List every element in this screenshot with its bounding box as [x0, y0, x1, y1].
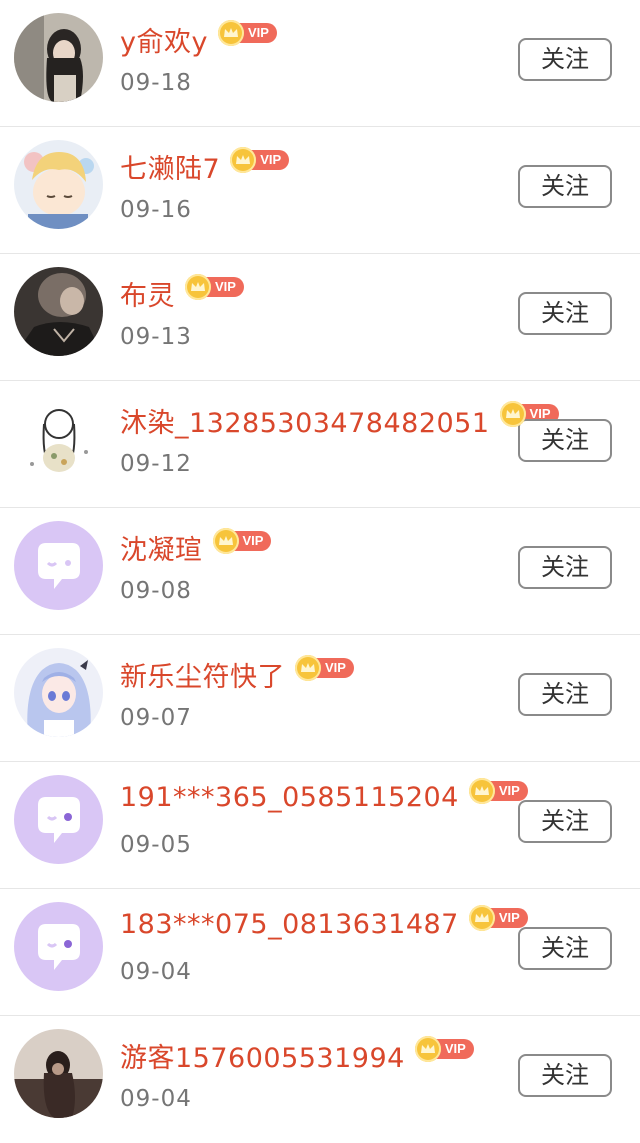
- name-line: 183***075_0813631487 VIP: [120, 904, 528, 940]
- name-line: 沈凝瑄 VIP: [120, 527, 272, 567]
- crown-icon: [217, 19, 244, 46]
- user-name[interactable]: 新乐尘符快了: [120, 655, 285, 694]
- follow-date: 09-16: [120, 197, 192, 223]
- follow-date: 09-04: [120, 959, 192, 985]
- name-line: 沐染_13285303478482051 VIP: [120, 400, 559, 440]
- user-name[interactable]: 183***075_0813631487: [120, 909, 459, 940]
- avatar[interactable]: [14, 902, 103, 991]
- list-item[interactable]: 七濑陆7 VIP 09-16 关注: [0, 127, 640, 254]
- crown-icon: [414, 1035, 441, 1062]
- follow-button[interactable]: 关注: [518, 673, 612, 716]
- follow-date: 09-18: [120, 70, 192, 96]
- vip-badge: VIP: [185, 273, 244, 300]
- avatar[interactable]: [14, 13, 103, 102]
- follow-date: 09-08: [120, 578, 192, 604]
- crown-icon: [185, 273, 211, 300]
- list-item[interactable]: y俞欢y VIP 09-18 关注: [0, 0, 640, 127]
- name-line: 游客1576005531994 VIP: [120, 1035, 474, 1075]
- vip-badge: VIP: [212, 527, 272, 554]
- avatar[interactable]: [14, 1029, 103, 1118]
- list-item[interactable]: 布灵 VIP 09-13 关注: [0, 254, 640, 381]
- user-name[interactable]: y俞欢y: [120, 20, 208, 59]
- user-name[interactable]: 沈凝瑄: [120, 528, 203, 567]
- crown-icon: [230, 146, 257, 173]
- follow-button[interactable]: 关注: [518, 419, 612, 462]
- follow-date: 09-12: [120, 451, 192, 477]
- name-line: 布灵 VIP: [120, 273, 244, 313]
- vip-badge: VIP: [217, 19, 277, 46]
- list-item[interactable]: 沐染_13285303478482051 VIP 09-12 关注: [0, 381, 640, 508]
- crown-icon: [295, 654, 321, 681]
- follow-button[interactable]: 关注: [518, 800, 612, 843]
- name-line: 191***365_0585115204 VIP: [120, 777, 528, 813]
- crown-icon: [499, 400, 526, 427]
- user-name[interactable]: 191***365_0585115204: [120, 782, 459, 813]
- crown-icon: [468, 777, 495, 804]
- name-line: y俞欢y VIP: [120, 19, 277, 59]
- crown-icon: [468, 904, 495, 931]
- follower-list: y俞欢y VIP 09-18 关注 七濑陆7 VIP 09-16 关注 布灵 V…: [0, 0, 640, 1143]
- anime-girl-icon: [14, 648, 103, 737]
- list-item[interactable]: 191***365_0585115204 VIP 09-05 关注: [0, 762, 640, 889]
- user-name[interactable]: 沐染_13285303478482051: [120, 401, 490, 440]
- follow-button[interactable]: 关注: [518, 165, 612, 208]
- user-name[interactable]: 游客1576005531994: [120, 1036, 405, 1075]
- sketch-girl-icon: [14, 394, 103, 483]
- photo-girl-icon: [14, 13, 103, 102]
- follow-button[interactable]: 关注: [518, 292, 612, 335]
- default-chat-icon: [14, 521, 103, 610]
- avatar[interactable]: [14, 394, 103, 483]
- follow-date: 09-13: [120, 324, 192, 350]
- list-item[interactable]: 游客1576005531994 VIP 09-04 关注: [0, 1016, 640, 1143]
- follow-date: 09-05: [120, 832, 192, 858]
- photo-dark-icon: [14, 267, 103, 356]
- follow-button[interactable]: 关注: [518, 927, 612, 970]
- vip-badge: VIP: [295, 654, 354, 681]
- anime-boy-icon: [14, 140, 103, 229]
- follow-date: 09-04: [120, 1086, 192, 1112]
- vip-badge: VIP: [414, 1035, 474, 1062]
- default-chat-icon: [14, 902, 103, 991]
- vip-badge: VIP: [230, 146, 290, 173]
- avatar[interactable]: [14, 648, 103, 737]
- user-name[interactable]: 七濑陆7: [120, 147, 220, 186]
- name-line: 新乐尘符快了 VIP: [120, 654, 354, 694]
- follow-date: 09-07: [120, 705, 192, 731]
- avatar[interactable]: [14, 140, 103, 229]
- photo-sunset-icon: [14, 1029, 103, 1118]
- list-item[interactable]: 新乐尘符快了 VIP 09-07 关注: [0, 635, 640, 762]
- avatar[interactable]: [14, 267, 103, 356]
- follow-button[interactable]: 关注: [518, 1054, 612, 1097]
- name-line: 七濑陆7 VIP: [120, 146, 290, 186]
- follow-button[interactable]: 关注: [518, 38, 612, 81]
- default-chat-icon: [14, 775, 103, 864]
- avatar[interactable]: [14, 521, 103, 610]
- vip-badge: VIP: [468, 904, 528, 931]
- vip-badge: VIP: [468, 777, 528, 804]
- avatar[interactable]: [14, 775, 103, 864]
- list-item[interactable]: 沈凝瑄 VIP 09-08 关注: [0, 508, 640, 635]
- user-name[interactable]: 布灵: [120, 274, 175, 313]
- crown-icon: [212, 527, 239, 554]
- list-item[interactable]: 183***075_0813631487 VIP 09-04 关注: [0, 889, 640, 1016]
- follow-button[interactable]: 关注: [518, 546, 612, 589]
